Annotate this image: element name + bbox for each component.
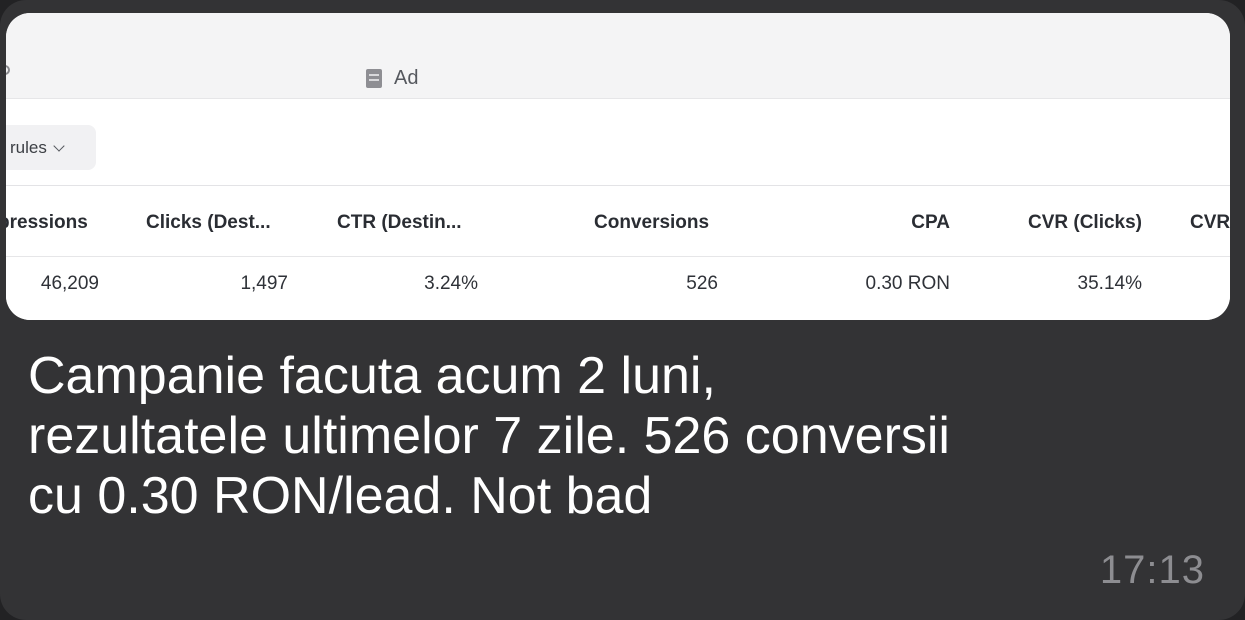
level-tabs-bar: Ad — [6, 13, 1230, 99]
column-header-cvr[interactable]: CVR — [1190, 212, 1230, 234]
cell-cpa: 0.30 RON — [865, 273, 950, 294]
column-header-ctr[interactable]: CTR (Destin... — [337, 212, 462, 234]
chevron-down-icon — [53, 139, 65, 152]
cell-impressions: 46,209 — [40, 273, 99, 294]
column-header-clicks[interactable]: Clicks (Dest... — [146, 212, 271, 234]
table-header: pressions Clicks (Dest... CTR (Destin...… — [6, 187, 1230, 257]
tab-ad-label: Ad — [394, 66, 419, 89]
chat-message-bubble[interactable]: Ad rules pressions Clicks (Dest... CTR (… — [0, 0, 1245, 620]
table-row[interactable]: 46,209 1,497 3.24% 526 0.30 RON 35.14% — [6, 258, 1230, 320]
tab-ad[interactable]: Ad — [366, 65, 418, 91]
message-timestamp: 17:13 — [1099, 548, 1205, 592]
cell-clicks: 1,497 — [240, 273, 288, 294]
message-line: Campanie facuta acum 2 luni, — [28, 347, 716, 405]
rules-label: rules — [10, 137, 47, 157]
cell-conversions: 526 — [686, 273, 718, 294]
message-line: cu 0.30 RON/lead. Not bad — [28, 467, 653, 525]
cell-ctr: 3.24% — [424, 273, 478, 294]
column-header-cvr-clicks[interactable]: CVR (Clicks) — [1028, 212, 1142, 234]
ad-set-icon — [6, 65, 10, 75]
attached-screenshot[interactable]: Ad rules pressions Clicks (Dest... CTR (… — [6, 13, 1230, 320]
column-header-conversions[interactable]: Conversions — [594, 212, 709, 234]
message-text: Campanie facuta acum 2 luni, rezultatele… — [28, 346, 1228, 526]
cell-cvr-clicks: 35.14% — [1077, 273, 1142, 294]
table-toolbar: rules — [6, 100, 1230, 186]
message-line: rezultatele ultimelor 7 zile. 526 conver… — [28, 407, 950, 465]
document-icon — [366, 68, 382, 88]
column-header-impressions[interactable]: pressions — [6, 212, 88, 234]
rules-dropdown-button[interactable]: rules — [6, 125, 96, 170]
column-header-cpa[interactable]: CPA — [911, 212, 950, 234]
